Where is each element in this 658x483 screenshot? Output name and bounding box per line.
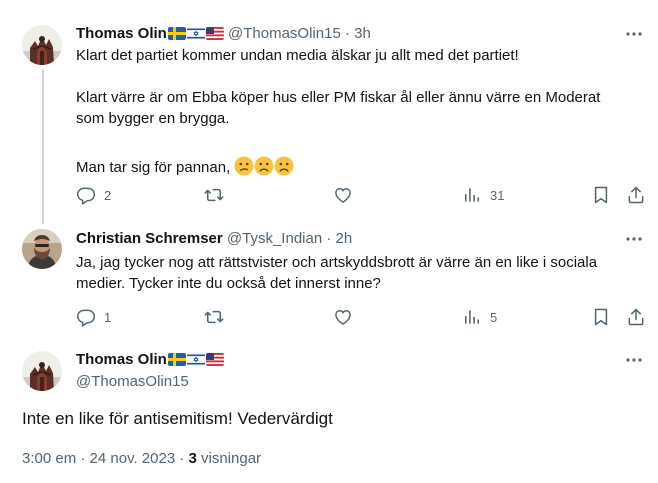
action-bar: 2 31 — [76, 185, 648, 205]
views-icon — [462, 307, 482, 327]
tweet-line: Klart det partiet kommer undan media äls… — [76, 47, 519, 64]
bookmark-button[interactable] — [591, 185, 611, 205]
action-bar: 1 5 — [76, 307, 648, 327]
main-tweet-text: Inte en like för antisemitism! Vedervärd… — [22, 409, 333, 428]
avatar-image — [22, 229, 62, 269]
share-button[interactable] — [626, 307, 646, 327]
flag-israel-icon — [187, 353, 205, 366]
flag-sweden-icon — [168, 27, 186, 40]
tweet-text: Ja, jag tycker nog att rättstvister och … — [76, 252, 597, 294]
flag-sweden-icon — [168, 353, 186, 366]
more-icon[interactable] — [622, 229, 646, 249]
emoji-confused-icon — [234, 156, 254, 176]
bookmark-button[interactable] — [591, 307, 611, 327]
views-count: 3 — [188, 450, 197, 467]
tweet-line: som bygger en brygga. — [76, 110, 230, 127]
tweet-header: Christian Schremser @Tysk_Indian · 2h — [76, 229, 352, 249]
flag-usa-icon — [206, 27, 224, 40]
tweet-line: Klart värre är om Ebba köper hus eller P… — [76, 89, 601, 106]
tweet-line-with-emoji: Man tar sig för pannan, — [76, 156, 600, 182]
like-icon — [333, 185, 353, 205]
tweet-header: Thomas Olin — [76, 350, 224, 370]
more-icon[interactable] — [622, 350, 646, 370]
tweet-line: medier. Tycker inte du också det innerst… — [76, 275, 381, 292]
separator: · — [322, 230, 336, 247]
views-count: 31 — [490, 187, 505, 203]
like-button[interactable] — [333, 185, 353, 205]
author-name[interactable]: Thomas Olin — [76, 25, 167, 42]
like-button[interactable] — [333, 307, 353, 327]
tweet-line — [76, 66, 600, 87]
flag-usa-icon — [206, 353, 224, 366]
tweet-header: Thomas Olin @ThomasOlin15 · 3h — [76, 24, 371, 44]
author-handle[interactable]: @ThomasOlin15 — [228, 25, 341, 42]
avatar[interactable] — [22, 25, 62, 65]
avatar-image — [22, 25, 62, 65]
views-button[interactable]: 5 — [462, 307, 497, 327]
timestamp[interactable]: 3:00 em · 24 nov. 2023 · — [22, 450, 189, 467]
reply-icon — [76, 185, 96, 205]
thread-line — [42, 69, 44, 224]
reply-count: 1 — [104, 309, 112, 325]
author-handle[interactable]: @ThomasOlin15 — [76, 372, 189, 392]
post-time[interactable]: 2h — [336, 230, 353, 247]
views-count: 5 — [490, 309, 498, 325]
emoji-group — [234, 156, 294, 182]
tweet-line — [76, 129, 600, 150]
reply-count: 2 — [104, 187, 112, 203]
views-label: visningar — [196, 450, 262, 467]
avatar-image — [22, 351, 62, 391]
retweet-icon — [204, 185, 224, 205]
views-button[interactable]: 31 — [462, 185, 504, 205]
retweet-button[interactable] — [204, 185, 224, 205]
views-icon — [462, 185, 482, 205]
reply-icon — [76, 307, 96, 327]
reply-button[interactable]: 1 — [76, 307, 111, 327]
more-icon[interactable] — [622, 24, 646, 44]
share-icon — [626, 185, 646, 205]
author-name[interactable]: Thomas Olin — [76, 351, 167, 368]
avatar[interactable] — [22, 351, 62, 391]
like-icon — [333, 307, 353, 327]
emoji-frown-icon — [274, 156, 294, 176]
bookmark-icon — [591, 307, 611, 327]
tweet-text: Klart det partiet kommer undan media äls… — [76, 45, 600, 182]
share-icon — [626, 307, 646, 327]
tweet-line: Ja, jag tycker nog att rättstvister och … — [76, 254, 598, 271]
reply-button[interactable]: 2 — [76, 185, 111, 205]
share-button[interactable] — [626, 185, 646, 205]
retweet-icon — [204, 307, 224, 327]
tweet-line: Man tar sig för pannan, — [76, 159, 231, 176]
separator: · — [340, 25, 355, 42]
emoji-frown-icon — [254, 156, 274, 176]
flag-israel-icon — [187, 27, 205, 40]
tweet-meta: 3:00 em · 24 nov. 2023 · 3 visningar — [22, 449, 261, 469]
author-name[interactable]: Christian Schremser — [76, 230, 223, 247]
post-time[interactable]: 3h — [354, 25, 371, 42]
retweet-button[interactable] — [204, 307, 224, 327]
author-handle[interactable]: @Tysk_Indian — [227, 230, 322, 247]
avatar[interactable] — [22, 229, 62, 269]
bookmark-icon — [591, 185, 611, 205]
